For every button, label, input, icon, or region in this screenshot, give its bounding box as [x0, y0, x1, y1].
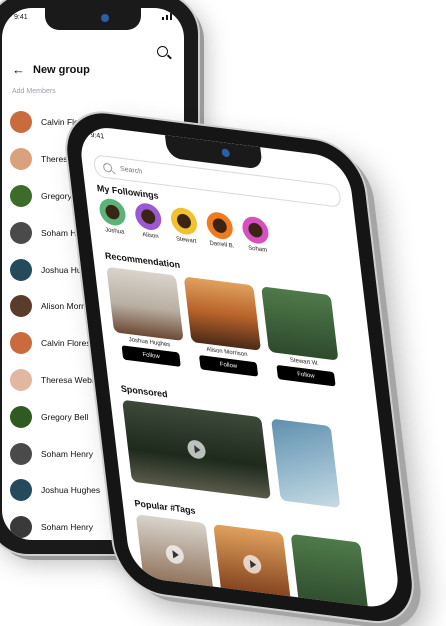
- avatar: [10, 148, 32, 171]
- sponsored-title: Sponsored: [120, 383, 169, 400]
- followings-row: Joshua Alison Stewart Darrell B. Soham: [98, 197, 271, 254]
- following-name: Stewart: [175, 236, 197, 245]
- avatar: [169, 206, 199, 237]
- follow-button[interactable]: Follow: [198, 355, 259, 377]
- add-members-label: Add Members: [12, 88, 56, 95]
- member-name: Soham Henry: [41, 522, 93, 533]
- following-name: Joshua: [104, 227, 125, 236]
- following-item[interactable]: Stewart: [169, 206, 200, 245]
- avatar: [10, 295, 32, 318]
- tags-row: [135, 514, 369, 611]
- avatar: [10, 479, 32, 502]
- avatar: [10, 258, 32, 281]
- tag-image[interactable]: [290, 533, 369, 611]
- signal-icon: [162, 13, 172, 20]
- avatar: [10, 221, 32, 244]
- recommendation-card[interactable]: Alison Morrison Follow: [183, 276, 264, 378]
- back-arrow-icon[interactable]: ←: [12, 62, 25, 77]
- play-icon[interactable]: [242, 553, 263, 575]
- following-item[interactable]: Soham: [240, 215, 271, 254]
- avatar: [10, 442, 32, 465]
- avatar: [10, 184, 32, 207]
- recommendation-card[interactable]: Joshua Hughes Follow: [106, 266, 186, 368]
- status-time: 9:41: [90, 131, 105, 141]
- avatar: [205, 210, 235, 241]
- avatar: [98, 197, 128, 228]
- following-item[interactable]: Joshua: [98, 197, 128, 236]
- member-name: Joshua Hughes: [41, 485, 101, 496]
- sponsored-video[interactable]: [122, 399, 271, 500]
- sponsored-row: [122, 399, 341, 508]
- sponsored-image[interactable]: [271, 418, 341, 508]
- member-name: Gregory Bell: [41, 411, 89, 422]
- avatar: [133, 201, 163, 232]
- following-item[interactable]: Darrell B.: [205, 210, 235, 250]
- header: ← New group: [12, 62, 174, 77]
- status-time: 9:41: [14, 14, 28, 21]
- page-title: New group: [33, 63, 90, 76]
- following-name: Alison: [142, 231, 160, 241]
- tag-video[interactable]: [135, 514, 214, 595]
- tag-video[interactable]: [213, 524, 292, 605]
- tags-title: Popular #Tags: [133, 497, 196, 516]
- play-icon[interactable]: [164, 544, 185, 565]
- follow-button[interactable]: Follow: [276, 364, 336, 387]
- recommendation-row: Joshua Hughes Follow Alison Morrison Fol…: [106, 266, 341, 387]
- profile-photo: [106, 266, 184, 342]
- search-icon: [102, 162, 113, 173]
- notch: [45, 8, 141, 30]
- follow-button[interactable]: Follow: [121, 345, 181, 367]
- avatar: [10, 516, 32, 539]
- following-name: Soham: [247, 245, 268, 254]
- search-icon[interactable]: [157, 46, 168, 57]
- member-name: Theresa Webb: [41, 374, 97, 385]
- play-icon[interactable]: [186, 439, 207, 460]
- member-name: Soham Henry: [41, 448, 93, 459]
- avatar: [10, 111, 32, 134]
- camera-icon: [101, 14, 109, 22]
- profile-photo: [261, 286, 339, 361]
- member-name: Calvin Flores: [41, 338, 91, 349]
- camera-icon: [221, 148, 231, 158]
- avatar: [240, 215, 270, 246]
- following-name: Darrell B.: [209, 240, 235, 250]
- avatar: [10, 368, 32, 391]
- search-input[interactable]: [117, 163, 242, 189]
- front-phone: 9:41 My Followings Joshua Alison Stewart…: [62, 108, 418, 626]
- front-phone-screen: 9:41 My Followings Joshua Alison Stewart…: [77, 124, 402, 611]
- following-item[interactable]: Alison: [133, 201, 164, 241]
- recommendation-name: Stewart W.: [289, 357, 320, 368]
- avatar: [10, 332, 32, 355]
- recommendation-card[interactable]: Stewart W. Follow: [261, 286, 341, 387]
- avatar: [10, 405, 32, 428]
- profile-photo: [183, 276, 262, 351]
